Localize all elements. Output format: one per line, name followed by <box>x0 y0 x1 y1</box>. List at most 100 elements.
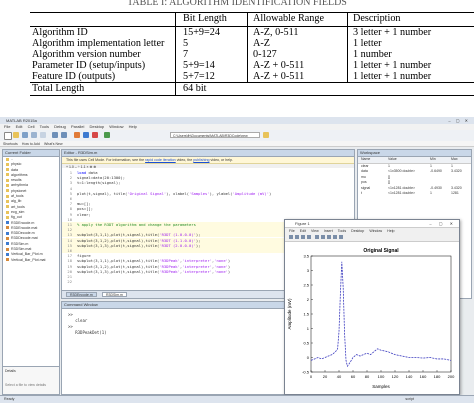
guide-icon[interactable] <box>83 132 89 138</box>
cell-mode-info-bar: This file uses Cell Mode. For informatio… <box>62 157 354 164</box>
file-name: R3DSim.mat <box>11 247 32 252</box>
profiler-icon[interactable] <box>92 132 98 138</box>
fig-menu-help[interactable]: Help <box>387 229 394 233</box>
rotate-icon[interactable] <box>333 235 337 239</box>
file-name: data <box>11 167 18 172</box>
table-caption: TABLE I: ALGORITHM IDENTIFICATION FIELDS <box>127 0 347 8</box>
y-tick-label: 0 <box>307 355 310 360</box>
x-tick-label: 160 <box>420 374 427 379</box>
y-tick-label: 1 <box>307 326 310 331</box>
workspace-row[interactable]: t <1x1281 double> 1 1281 <box>358 191 471 197</box>
file-name: R3DDecode.m <box>11 231 35 236</box>
figure-titlebar: Figure 1 – ▢ ✕ <box>285 220 459 228</box>
rapid-iteration-link[interactable]: rapid code iteration <box>145 158 176 162</box>
y-tick-label: 3.5 <box>303 253 309 258</box>
figure-window-controls[interactable]: – ▢ ✕ <box>429 220 456 227</box>
cut-icon[interactable] <box>22 132 28 138</box>
folder-icon <box>6 199 9 203</box>
x-tick-label: 80 <box>365 374 370 379</box>
figure-toolbar <box>285 234 459 242</box>
details-title: Details <box>5 369 16 373</box>
details-panel: Details Select a file to view details <box>3 366 59 394</box>
file-name: art_tools <box>11 204 25 209</box>
fig-print-icon[interactable] <box>307 235 311 239</box>
info-text: This file uses Cell Mode. For informatio… <box>66 158 145 162</box>
x-tick-label: 0 <box>310 374 313 379</box>
workspace-rows: clear 1 1 1 data <1x3500 double> -0.6490 3.4320… <box>358 164 471 197</box>
editor-title: Editor - R3DSim.m <box>62 150 354 157</box>
file-icon <box>6 221 9 225</box>
file-name: .. <box>11 157 13 161</box>
simulink-icon[interactable] <box>74 132 80 138</box>
undo-icon[interactable] <box>52 132 58 138</box>
col-min[interactable]: Min <box>430 157 436 163</box>
fig-menu-insert[interactable]: Insert <box>324 229 333 233</box>
folder-icon <box>6 194 9 198</box>
publishing-link[interactable]: publishing <box>193 158 209 162</box>
fig-menu-tools[interactable]: Tools <box>338 229 346 233</box>
browse-folder-icon[interactable] <box>263 132 269 138</box>
x-tick-label: 40 <box>337 374 342 379</box>
new-file-icon[interactable] <box>4 132 12 140</box>
table-col-divider <box>175 12 176 96</box>
file-icon <box>6 226 9 230</box>
file-item[interactable]: Vertical_Bar_Plot.mat <box>3 258 59 263</box>
status-mode: script <box>405 397 414 401</box>
folder-icon <box>6 184 9 188</box>
file-list: .. physio data algorithms results arrhythmia p… <box>3 157 59 263</box>
data-cursor-icon[interactable] <box>339 235 343 239</box>
fig-open-icon[interactable] <box>295 235 299 239</box>
x-tick-label: 60 <box>351 374 356 379</box>
zoom-in-icon[interactable] <box>315 235 319 239</box>
file-name: algorithms <box>11 172 28 177</box>
col-value[interactable]: Value <box>388 157 397 163</box>
file-icon <box>6 231 9 235</box>
table-header: Description <box>353 13 401 24</box>
fig-menu-desktop[interactable]: Desktop <box>351 229 364 233</box>
copy-icon[interactable] <box>31 132 37 138</box>
paste-icon[interactable] <box>40 132 46 138</box>
help-icon[interactable] <box>104 132 110 138</box>
fig-menu-window[interactable]: Window <box>369 229 382 233</box>
info-text: video, the <box>176 158 193 162</box>
col-max[interactable]: Max <box>451 157 458 163</box>
shortcuts-link[interactable]: Shortcuts <box>3 142 18 146</box>
file-icon <box>6 247 9 251</box>
fig-new-icon[interactable] <box>289 235 293 239</box>
y-tick-label: 0.5 <box>303 340 309 345</box>
fig-menu-view[interactable]: View <box>311 229 319 233</box>
y-tick-label: 2 <box>307 297 310 302</box>
tab-r3dencode[interactable]: R3DEncode.m <box>66 292 97 297</box>
zoom-out-icon[interactable] <box>321 235 325 239</box>
redo-icon[interactable] <box>61 132 67 138</box>
file-name: results <box>11 178 22 183</box>
folder-icon <box>6 178 9 182</box>
chart-title: Original Signal <box>363 248 399 254</box>
file-name: R3DEncode.mat <box>11 225 38 230</box>
whats-new-link[interactable]: What's New <box>44 142 63 146</box>
y-tick-label: 3 <box>307 268 310 273</box>
table-cell: 64 bit <box>183 83 207 94</box>
fig-menu-edit[interactable]: Edit <box>300 229 306 233</box>
plot-area: 0 20 40 60 80 100 120 140 160 180 200 -0.5 0 0.5 1 1.5 2… <box>285 242 459 394</box>
fig-save-icon[interactable] <box>301 235 305 239</box>
table-col-divider <box>247 12 248 82</box>
folder-icon <box>6 168 9 172</box>
file-name: physio <box>11 162 22 167</box>
figure-title: Figure 1 <box>295 221 310 226</box>
how-to-add-link[interactable]: How to Add <box>22 142 40 146</box>
pan-icon[interactable] <box>327 235 331 239</box>
current-folder-panel: Current Folder .. physio data algorithms res… <box>2 149 60 395</box>
file-name: af_tools <box>11 194 24 199</box>
current-path-field[interactable]: C:\Users\fh\Documents\MATLAB\R3DCode\new <box>170 132 260 138</box>
file-name: R3DSim.m <box>11 241 29 246</box>
y-tick-label: 1.5 <box>303 311 309 316</box>
table-bottom-rule <box>30 95 474 96</box>
open-folder-icon[interactable] <box>13 132 19 138</box>
tab-r3dsim[interactable]: R3DSim.m <box>102 292 127 297</box>
table-header: Allowable Range <box>253 13 325 24</box>
fig-menu-file[interactable]: File <box>289 229 295 233</box>
window-controls[interactable]: – ▢ ✕ <box>448 118 470 123</box>
col-name[interactable]: Name <box>361 157 370 163</box>
spec-table: Bit Length Allowable Range Description A… <box>30 12 474 96</box>
